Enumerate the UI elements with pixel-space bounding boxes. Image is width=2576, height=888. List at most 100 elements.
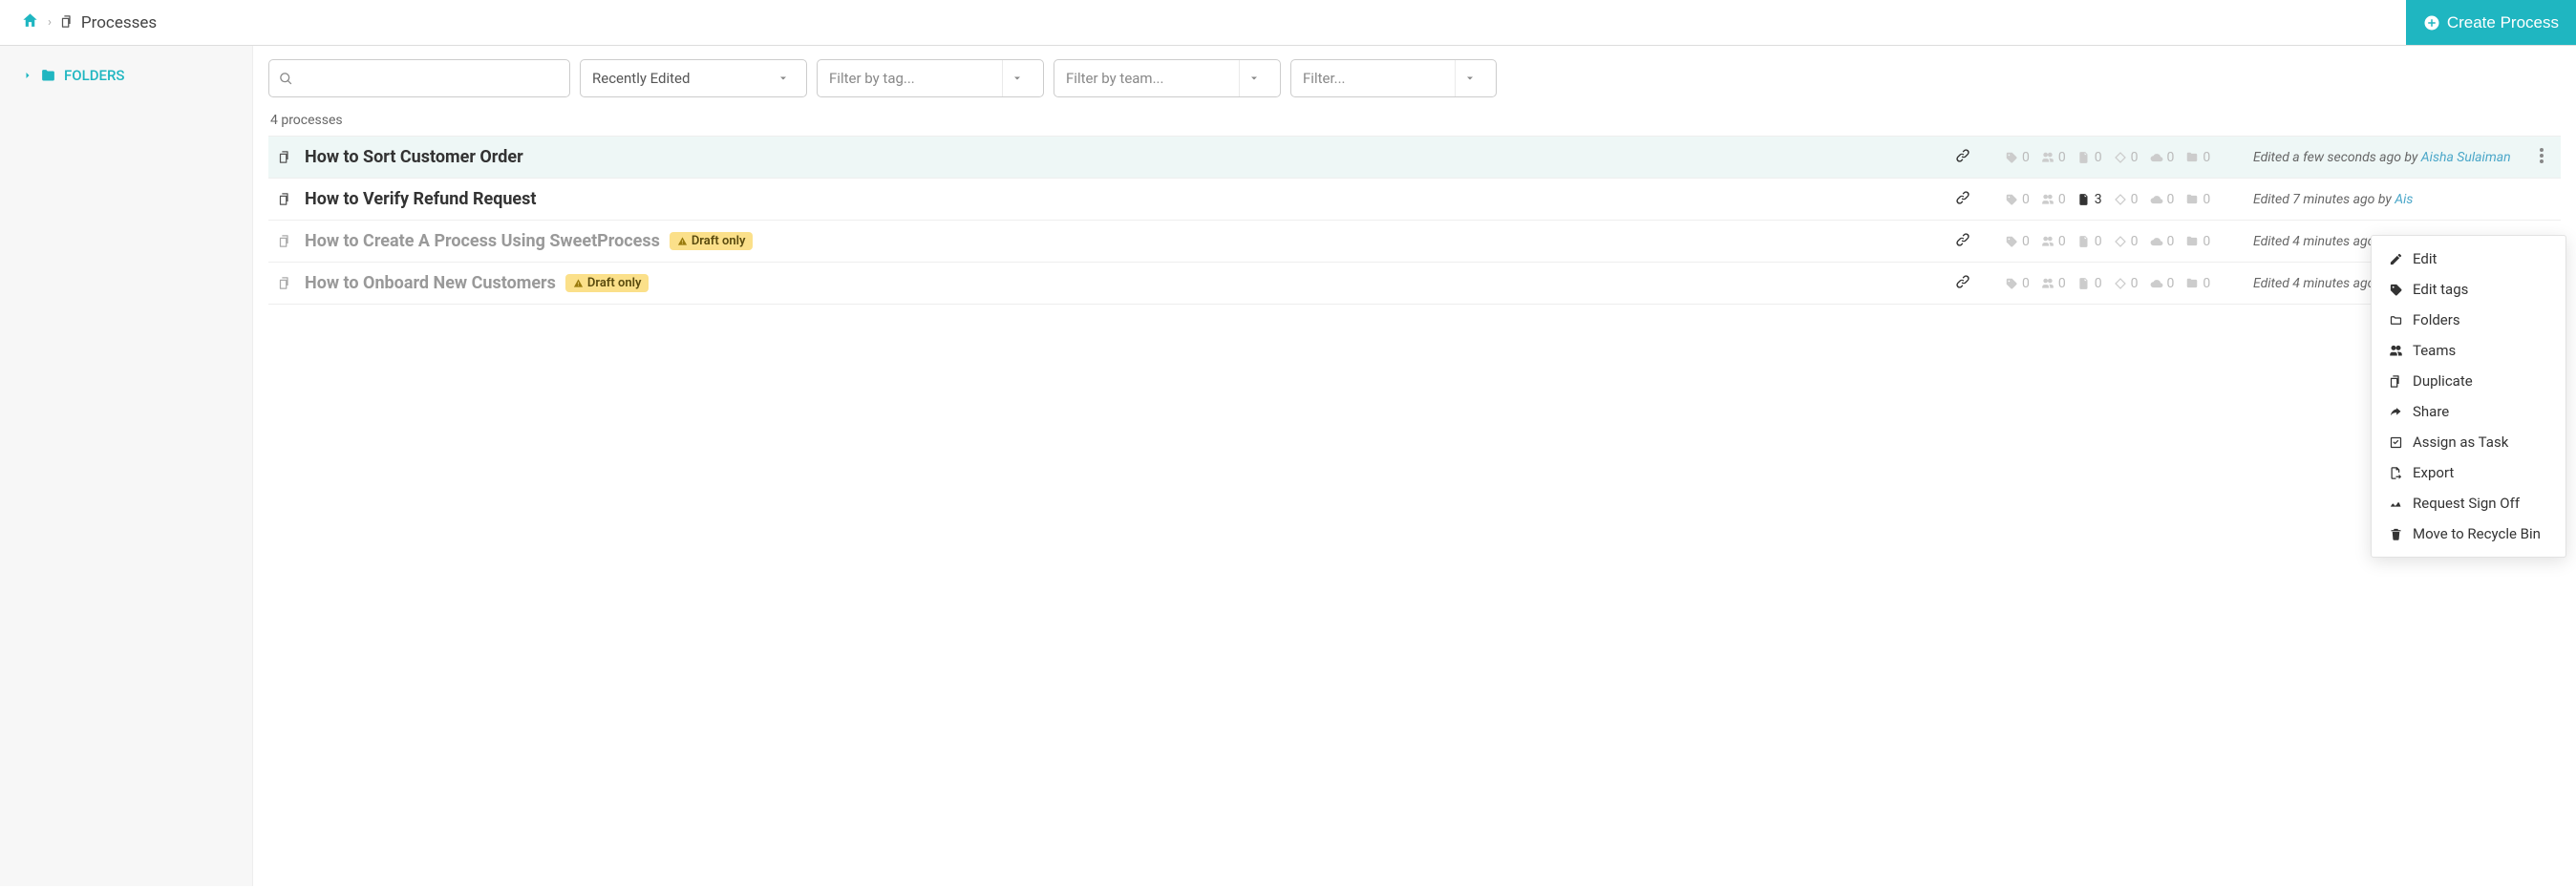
link-icon[interactable] — [1955, 148, 1970, 167]
filter-team-placeholder: Filter by team... — [1066, 70, 1163, 87]
breadcrumb-bar: › Processes Create Process — [0, 0, 2576, 46]
stat-folders: 0 — [2185, 276, 2210, 291]
sidebar: FOLDERS — [0, 46, 253, 886]
process-title: How to Onboard New Customers — [305, 273, 556, 293]
create-process-label: Create Process — [2447, 13, 2559, 32]
tag-icon — [2389, 283, 2403, 297]
stats-group: 0 0 3 0 0 0 — [2005, 192, 2253, 207]
stat-flows: 0 — [2114, 192, 2139, 207]
stat-folders: 0 — [2185, 192, 2210, 207]
menu-duplicate[interactable]: Duplicate — [2372, 366, 2565, 396]
stat-docs: 0 — [2077, 234, 2102, 249]
filter-row: Recently Edited Filter by tag... Filter … — [268, 59, 2561, 97]
menu-assign-task[interactable]: Assign as Task — [2372, 427, 2565, 457]
filter-team-select[interactable]: Filter by team... — [1054, 59, 1281, 97]
stat-tags: 0 — [2005, 276, 2030, 291]
folders-toggle[interactable]: FOLDERS — [23, 67, 229, 84]
sort-value: Recently Edited — [592, 70, 690, 87]
stat-docs: 0 — [2077, 276, 2102, 291]
stat-teams: 0 — [2041, 234, 2066, 249]
check-square-icon — [2389, 435, 2403, 450]
editor-user-link[interactable]: Aisha Sulaiman — [2421, 150, 2511, 165]
copy-icon — [276, 234, 293, 248]
filter-generic-placeholder: Filter... — [1303, 70, 1346, 87]
folder-icon — [40, 68, 56, 84]
menu-request-signoff[interactable]: Request Sign Off — [2372, 488, 2565, 518]
process-list: How to Sort Customer Order 0 0 0 0 0 0 E… — [268, 136, 2561, 305]
menu-move-recycle[interactable]: Move to Recycle Bin — [2372, 518, 2565, 549]
chevron-down-icon — [772, 74, 795, 83]
plus-circle-icon — [2423, 14, 2440, 32]
process-row[interactable]: How to Sort Customer Order 0 0 0 0 0 0 E… — [268, 136, 2561, 179]
draft-badge: Draft only — [565, 274, 649, 292]
menu-edit[interactable]: Edit — [2372, 243, 2565, 274]
menu-edit-tags[interactable]: Edit tags — [2372, 274, 2565, 305]
stats-group: 0 0 0 0 0 0 — [2005, 150, 2253, 165]
folders-label: FOLDERS — [64, 67, 125, 84]
edited-meta: Edited a few seconds ago by Aisha Sulaim… — [2253, 150, 2530, 165]
chevron-down-icon — [1456, 74, 1484, 83]
chevron-down-icon — [1003, 74, 1032, 83]
stat-cloud: 0 — [2150, 234, 2175, 249]
row-more-button[interactable] — [2530, 148, 2553, 167]
warning-icon — [677, 236, 688, 246]
filter-tag-placeholder: Filter by tag... — [829, 70, 915, 87]
edit-icon — [2389, 252, 2403, 266]
copy-icon — [2389, 374, 2403, 389]
export-icon — [2389, 466, 2403, 480]
copy-icon — [276, 276, 293, 290]
process-title: How to Create A Process Using SweetProce… — [305, 231, 660, 251]
stat-folders: 0 — [2185, 150, 2210, 165]
stat-cloud: 0 — [2150, 276, 2175, 291]
process-title: How to Verify Refund Request — [305, 189, 537, 209]
edited-meta: Edited 7 minutes ago by Ais — [2253, 192, 2530, 207]
stat-tags: 0 — [2005, 234, 2030, 249]
menu-teams[interactable]: Teams — [2372, 335, 2565, 366]
share-icon — [2389, 405, 2403, 419]
link-icon[interactable] — [1955, 274, 1970, 293]
stats-group: 0 0 0 0 0 0 — [2005, 234, 2253, 249]
filter-tag-select[interactable]: Filter by tag... — [817, 59, 1044, 97]
stat-folders: 0 — [2185, 234, 2210, 249]
process-title: How to Sort Customer Order — [305, 147, 523, 167]
search-icon — [279, 72, 293, 86]
stat-docs: 0 — [2077, 150, 2102, 165]
process-row[interactable]: How to Onboard New Customers Draft only … — [268, 263, 2561, 305]
stat-teams: 0 — [2041, 192, 2066, 207]
signature-icon — [2389, 497, 2403, 511]
trash-icon — [2389, 527, 2403, 541]
search-input[interactable] — [293, 71, 560, 87]
stat-docs: 3 — [2077, 192, 2102, 207]
stat-teams: 0 — [2041, 276, 2066, 291]
link-icon[interactable] — [1955, 190, 1970, 209]
menu-share[interactable]: Share — [2372, 396, 2565, 427]
process-row[interactable]: How to Verify Refund Request 0 0 3 0 0 0… — [268, 179, 2561, 221]
folder-icon — [2389, 313, 2403, 328]
home-icon[interactable] — [21, 11, 39, 33]
link-icon[interactable] — [1955, 232, 1970, 251]
stat-teams: 0 — [2041, 150, 2066, 165]
create-process-button[interactable]: Create Process — [2406, 0, 2576, 45]
stats-group: 0 0 0 0 0 0 — [2005, 276, 2253, 291]
editor-user-link[interactable]: Ais — [2395, 192, 2413, 207]
sort-select[interactable]: Recently Edited — [580, 59, 807, 97]
stat-tags: 0 — [2005, 192, 2030, 207]
stat-cloud: 0 — [2150, 150, 2175, 165]
copy-icon — [276, 192, 293, 206]
stat-cloud: 0 — [2150, 192, 2175, 207]
search-input-wrapper[interactable] — [268, 59, 570, 97]
users-icon — [2389, 344, 2403, 358]
breadcrumb-separator: › — [48, 15, 52, 30]
menu-export[interactable]: Export — [2372, 457, 2565, 488]
chevron-right-icon — [23, 71, 32, 80]
processes-icon — [60, 13, 75, 32]
stat-flows: 0 — [2114, 234, 2139, 249]
copy-icon — [276, 150, 293, 164]
content-area: Recently Edited Filter by tag... Filter … — [253, 46, 2576, 886]
result-count: 4 processes — [270, 113, 2559, 128]
stat-tags: 0 — [2005, 150, 2030, 165]
process-row[interactable]: How to Create A Process Using SweetProce… — [268, 221, 2561, 263]
menu-folders[interactable]: Folders — [2372, 305, 2565, 335]
filter-generic-select[interactable]: Filter... — [1290, 59, 1497, 97]
stat-flows: 0 — [2114, 276, 2139, 291]
